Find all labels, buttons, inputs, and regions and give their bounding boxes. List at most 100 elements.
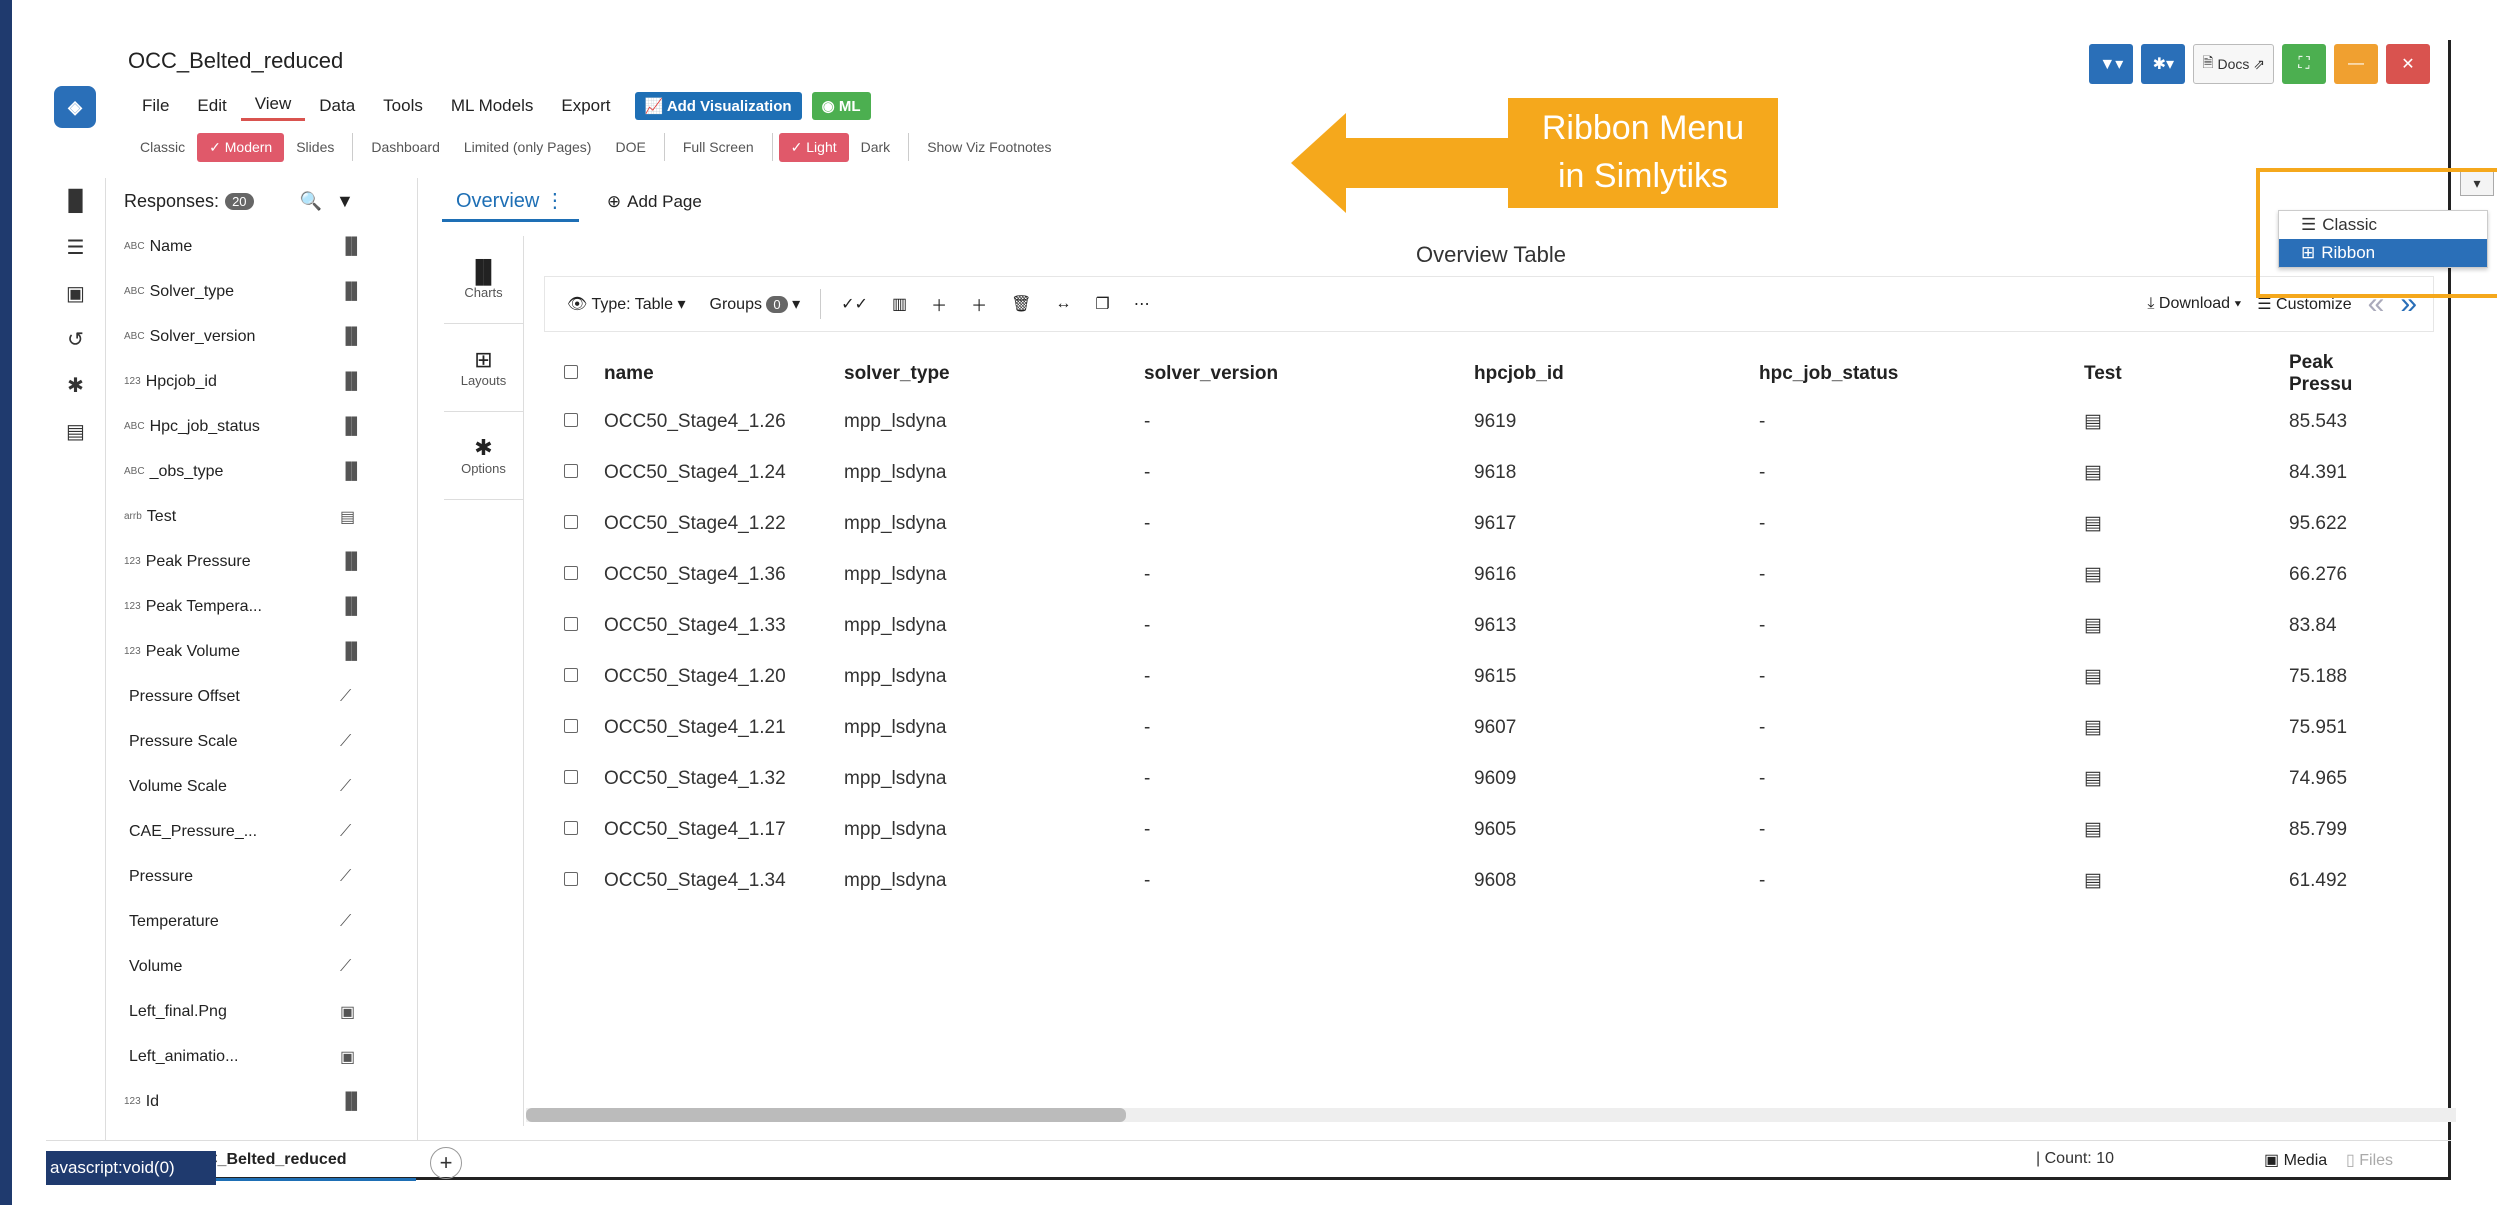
ribbon-doe[interactable]: DOE <box>603 133 657 161</box>
response-item[interactable]: Left_animatio... ▣ <box>108 1034 417 1079</box>
ribbon-dark[interactable]: Dark <box>849 133 903 161</box>
response-item[interactable]: 123 Peak Tempera... ▐▌ <box>108 584 417 629</box>
files-button[interactable]: ▯ Files <box>2346 1150 2393 1170</box>
table-row[interactable]: OCC50_Stage4_1.22 mpp_lsdyna - 9617 - ▤ 95.622 <box>550 498 2395 549</box>
ml-button[interactable]: ◉ ML <box>811 91 871 120</box>
menu-export[interactable]: Export <box>547 92 624 120</box>
groups-selector[interactable]: Groups 0 ▾ <box>698 294 813 314</box>
response-item[interactable]: 123 Peak Pressure ▐▌ <box>108 539 417 584</box>
ribbon-show-viz-footnotes[interactable]: Show Viz Footnotes <box>915 133 1063 161</box>
col-test[interactable]: Test <box>2070 352 2275 396</box>
image-icon[interactable]: ▣ <box>340 1002 355 1022</box>
table-icon[interactable]: ▤ <box>2084 666 2102 687</box>
checkbox-icon[interactable] <box>564 820 578 835</box>
col-solver-version[interactable]: solver_version <box>1130 352 1460 396</box>
minimize-icon[interactable]: — <box>2334 44 2378 84</box>
cell-test[interactable]: ▤ <box>2070 600 2275 651</box>
response-item[interactable]: 123 Hpcjob_id ▐▌ <box>108 359 417 404</box>
cell-test[interactable]: ▤ <box>2070 702 2275 753</box>
table-row[interactable]: OCC50_Stage4_1.24 mpp_lsdyna - 9618 - ▤ 84.391 <box>550 447 2395 498</box>
table-row[interactable]: OCC50_Stage4_1.21 mpp_lsdyna - 9607 - ▤ 75.951 <box>550 702 2395 753</box>
media-button[interactable]: ▣ Media <box>2264 1150 2327 1170</box>
table-icon[interactable]: ▤ <box>340 507 355 527</box>
image-icon[interactable]: ▣ <box>340 1047 355 1067</box>
ribbon-dashboard[interactable]: Dashboard <box>359 133 452 161</box>
response-item[interactable]: Pressure Offset ⟋ <box>108 674 417 719</box>
sliders-icon[interactable]: ☰ <box>46 224 105 270</box>
table-icon[interactable]: ▤ <box>2084 513 2102 534</box>
image-icon[interactable]: ▣ <box>46 270 105 316</box>
ribbon-full-screen[interactable]: Full Screen <box>671 133 766 161</box>
table-icon[interactable]: ▤ <box>2084 717 2102 738</box>
response-item[interactable]: Pressure Scale ⟋ <box>108 719 417 764</box>
row-checkbox[interactable] <box>550 600 590 651</box>
menu-data[interactable]: Data <box>305 92 369 120</box>
cell-test[interactable]: ▤ <box>2070 804 2275 855</box>
checkbox-icon[interactable] <box>564 718 578 733</box>
checkbox-icon[interactable] <box>564 514 578 529</box>
trash-icon[interactable]: 🗑 <box>999 294 1043 314</box>
bar-chart-icon[interactable]: ▐▌ <box>340 418 363 436</box>
table-row[interactable]: OCC50_Stage4_1.17 mpp_lsdyna - 9605 - ▤ 85.799 <box>550 804 2395 855</box>
checkbox-icon[interactable] <box>564 412 578 427</box>
row-checkbox[interactable] <box>550 855 590 906</box>
scrollbar-thumb[interactable] <box>526 1108 1126 1122</box>
line-chart-icon[interactable]: ⟋ <box>340 733 351 751</box>
cell-test[interactable]: ▤ <box>2070 753 2275 804</box>
table-row[interactable]: OCC50_Stage4_1.33 mpp_lsdyna - 9613 - ▤ 83.84 <box>550 600 2395 651</box>
select-all-icon[interactable]: ✓✓ <box>829 294 880 314</box>
settings-icon[interactable]: ✱ <box>46 362 105 408</box>
cell-test[interactable]: ▤ <box>2070 549 2275 600</box>
cell-test[interactable]: ▤ <box>2070 498 2275 549</box>
table-row[interactable]: OCC50_Stage4_1.26 mpp_lsdyna - 9619 - ▤ 85.543 <box>550 396 2395 447</box>
line-chart-icon[interactable]: ⟋ <box>340 688 351 706</box>
filter-icon[interactable]: ▼▾ <box>2089 44 2134 84</box>
response-item[interactable]: ABC Solver_version ▐▌ <box>108 314 417 359</box>
resize-icon[interactable]: ↔ <box>1043 295 1083 313</box>
add-visualization-button[interactable]: 📈 Add Visualization <box>634 91 802 120</box>
cell-test[interactable]: ▤ <box>2070 855 2275 906</box>
table-icon[interactable]: ▤ <box>2084 411 2102 432</box>
fullscreen-icon[interactable]: ⛶ <box>2282 44 2326 84</box>
row-checkbox[interactable] <box>550 396 590 447</box>
menu-file[interactable]: File <box>128 92 183 120</box>
response-item[interactable]: ABC Name ▐▌ <box>108 224 417 269</box>
checkbox-icon[interactable] <box>564 616 578 631</box>
row-checkbox[interactable] <box>550 804 590 855</box>
side-tab-layouts[interactable]: ⊞ Layouts <box>444 324 523 412</box>
side-tab-charts[interactable]: ▐▌ Charts <box>444 236 523 324</box>
checkbox-icon[interactable] <box>564 365 578 379</box>
response-item[interactable]: Volume ⟋ <box>108 944 417 989</box>
response-item[interactable]: arrb Test ▤ <box>108 494 417 539</box>
ribbon-classic[interactable]: Classic <box>128 133 197 161</box>
bar-chart-icon[interactable]: ▐▌ <box>340 553 363 571</box>
bar-chart-icon[interactable]: ▐▌ <box>340 463 363 481</box>
response-item[interactable]: ABC Hpc_job_status ▐▌ <box>108 404 417 449</box>
bar-chart-icon[interactable]: ▐▌ <box>340 373 363 391</box>
response-item[interactable]: ABC Solver_type ▐▌ <box>108 269 417 314</box>
table-row[interactable]: OCC50_Stage4_1.34 mpp_lsdyna - 9608 - ▤ 61.492 <box>550 855 2395 906</box>
bar-chart-icon[interactable]: ▐▌ <box>340 328 363 346</box>
history-icon[interactable]: ↺ <box>46 316 105 362</box>
add-dataset-button[interactable]: + <box>430 1147 462 1179</box>
table-row[interactable]: OCC50_Stage4_1.32 mpp_lsdyna - 9609 - ▤ 74.965 <box>550 753 2395 804</box>
bar-chart-icon[interactable]: ▐▌ <box>340 598 363 616</box>
bar-chart-icon[interactable]: ▐▌ <box>340 238 363 256</box>
line-chart-icon[interactable]: ⟋ <box>340 778 351 796</box>
response-item[interactable]: Pressure ⟋ <box>108 854 417 899</box>
checkbox-icon[interactable] <box>564 769 578 784</box>
table-icon[interactable]: ▤ <box>2084 564 2102 585</box>
col-hpc-job-status[interactable]: hpc_job_status <box>1745 352 2070 396</box>
row-checkbox[interactable] <box>550 753 590 804</box>
charts-icon[interactable]: ▐▌ <box>46 178 105 224</box>
col-name[interactable]: name <box>590 352 830 396</box>
line-chart-icon[interactable]: ⟋ <box>340 823 351 841</box>
menu-ml-models[interactable]: ML Models <box>437 92 548 120</box>
bar-chart-icon[interactable]: ▐▌ <box>340 1093 363 1111</box>
table-row[interactable]: OCC50_Stage4_1.20 mpp_lsdyna - 9615 - ▤ 75.188 <box>550 651 2395 702</box>
cell-test[interactable]: ▤ <box>2070 651 2275 702</box>
download-button[interactable]: ⤓ Download ▾ <box>2147 295 2241 313</box>
app-logo-icon[interactable]: ◈ <box>54 86 96 128</box>
ribbon-light[interactable]: ✓ Light <box>778 132 849 162</box>
tab-overview[interactable]: Overview ⋮ <box>442 182 579 222</box>
